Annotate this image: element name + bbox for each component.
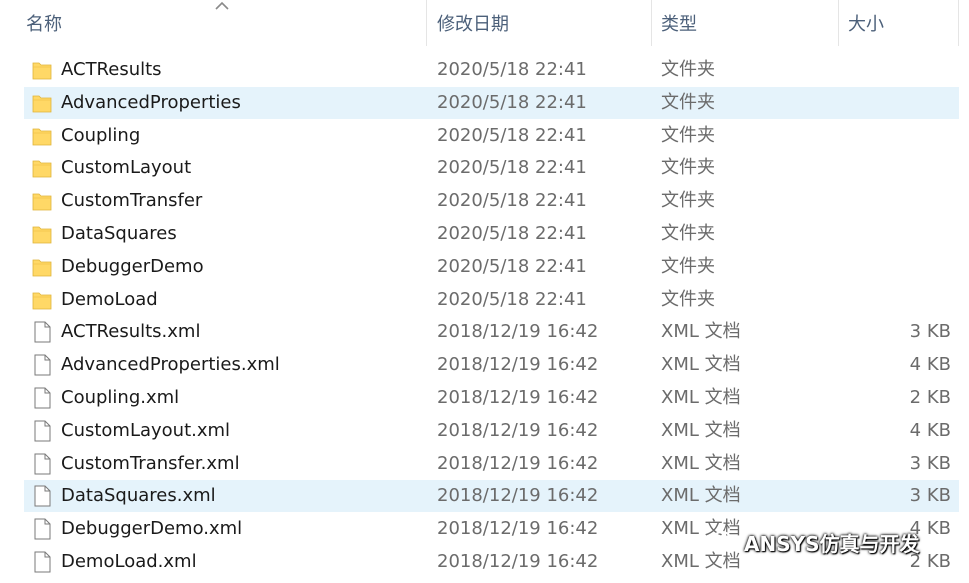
file-modified-date: 2018/12/19 16:42 <box>437 321 599 343</box>
file-modified-date: 2018/12/19 16:42 <box>437 387 599 408</box>
file-type: 文件夹 <box>661 157 715 179</box>
document-icon <box>34 354 51 376</box>
document-icon <box>34 387 51 409</box>
file-row[interactable]: Coupling.xml 2018/12/19 16:42 XML 文档 2 KB <box>24 382 959 414</box>
folder-icon <box>32 95 52 113</box>
file-name: DebuggerDemo.xml <box>61 518 243 540</box>
folder-icon <box>32 292 52 309</box>
column-header-size[interactable]: 大小 <box>848 0 958 46</box>
file-row[interactable]: AdvancedProperties.xml 2018/12/19 16:42 XM… <box>24 349 959 381</box>
watermark: ANSYS仿真与开发 <box>712 525 920 559</box>
file-type: 文件夹 <box>661 223 715 244</box>
file-row[interactable]: CustomLayout.xml 2018/12/19 16:42 XML 文档 4 … <box>24 415 959 447</box>
file-modified-date: 2020/5/18 22:41 <box>437 59 587 80</box>
document-icon <box>34 485 51 507</box>
folder-icon <box>32 226 52 244</box>
file-name: Coupling <box>61 124 141 146</box>
folder-icon <box>32 62 52 80</box>
file-type: 文件夹 <box>661 288 715 310</box>
file-row[interactable]: CustomTransfer.xml 2018/12/19 16:42 XML 文档… <box>24 448 959 480</box>
file-name: CustomLayout.xml <box>61 419 231 441</box>
column-header-name-label: 名称 <box>26 14 62 35</box>
file-name: CustomTransfer.xml <box>61 452 240 474</box>
column-header-type[interactable]: 类型 <box>661 0 838 46</box>
file-name: CustomTransfer <box>61 190 203 212</box>
file-name: DemoLoad <box>61 288 158 310</box>
file-row[interactable]: DebuggerDemo 2020/5/18 22:41 文件夹 <box>24 251 959 283</box>
file-type: XML 文档 <box>661 321 741 343</box>
file-size: 4 KB <box>909 419 951 441</box>
file-size: 2 KB <box>909 387 951 408</box>
file-modified-date: 2020/5/18 22:41 <box>437 255 587 277</box>
folder-icon <box>32 128 52 145</box>
file-type: XML 文档 <box>661 387 741 408</box>
file-row[interactable]: DataSquares.xml 2018/12/19 16:42 XML 文档 3 K… <box>24 480 959 513</box>
file-modified-date: 2018/12/19 16:42 <box>437 485 599 507</box>
file-size: 4 KB <box>909 354 951 376</box>
file-name: AdvancedProperties.xml <box>61 354 280 376</box>
column-divider[interactable] <box>651 0 652 46</box>
wechat-icon <box>712 531 737 552</box>
file-name: CustomLayout <box>61 157 192 179</box>
file-row[interactable]: ACTResults.xml 2018/12/19 16:42 XML 文档 3 KB <box>24 316 959 348</box>
file-type: 文件夹 <box>661 190 715 212</box>
column-divider[interactable] <box>426 0 427 46</box>
file-row[interactable]: DataSquares 2020/5/18 22:41 文件夹 <box>24 218 959 250</box>
file-modified-date: 2020/5/18 22:41 <box>437 223 587 244</box>
file-size: 3 KB <box>909 452 951 474</box>
file-name: DemoLoad.xml <box>61 551 197 572</box>
file-row[interactable]: AdvancedProperties 2020/5/18 22:41 文件夹 <box>24 86 959 119</box>
file-row[interactable]: CustomTransfer 2020/5/18 22:41 文件夹 <box>24 185 959 217</box>
file-row[interactable]: DemoLoad 2020/5/18 22:41 文件夹 <box>24 284 959 316</box>
file-type: XML 文档 <box>661 419 741 441</box>
file-type: XML 文档 <box>661 452 741 474</box>
watermark-text: ANSYS仿真与开发 <box>744 531 920 556</box>
file-modified-date: 2018/12/19 16:42 <box>437 452 599 474</box>
file-row[interactable]: ACTResults 2020/5/18 22:41 文件夹 <box>24 54 959 86</box>
folder-icon <box>32 160 52 178</box>
file-name: DataSquares.xml <box>61 485 216 507</box>
document-icon <box>34 321 51 343</box>
column-header-bar: 名称 修改日期 类型 大小 <box>0 0 969 46</box>
chevron-up-icon <box>215 1 229 10</box>
file-modified-date: 2020/5/18 22:41 <box>437 190 587 212</box>
file-modified-date: 2018/12/19 16:42 <box>437 518 599 540</box>
file-name: Coupling.xml <box>61 387 180 408</box>
file-modified-date: 2020/5/18 22:41 <box>437 91 587 113</box>
file-type: XML 文档 <box>661 354 741 376</box>
file-type: 文件夹 <box>661 124 715 146</box>
column-header-size-label: 大小 <box>848 14 884 35</box>
file-type: 文件夹 <box>661 59 715 80</box>
document-icon <box>34 551 51 573</box>
document-icon <box>34 420 51 442</box>
column-header-date[interactable]: 修改日期 <box>437 0 651 46</box>
column-header-date-label: 修改日期 <box>437 14 509 35</box>
file-type: 文件夹 <box>661 91 715 113</box>
file-modified-date: 2018/12/19 16:42 <box>437 419 599 441</box>
column-divider[interactable] <box>958 0 959 46</box>
file-modified-date: 2020/5/18 22:41 <box>437 124 587 146</box>
column-divider[interactable] <box>838 0 839 46</box>
column-header-type-label: 类型 <box>661 14 697 35</box>
file-row[interactable]: Coupling 2020/5/18 22:41 文件夹 <box>24 120 959 152</box>
folder-icon <box>32 193 52 211</box>
file-row[interactable]: CustomLayout 2020/5/18 22:41 文件夹 <box>24 152 959 184</box>
file-modified-date: 2020/5/18 22:41 <box>437 288 587 310</box>
folder-icon <box>32 259 52 277</box>
file-name: DebuggerDemo <box>61 255 204 277</box>
file-name: ACTResults.xml <box>61 321 201 343</box>
file-name: DataSquares <box>61 223 177 244</box>
file-name: AdvancedProperties <box>61 91 241 113</box>
file-modified-date: 2020/5/18 22:41 <box>437 157 587 179</box>
file-type: 文件夹 <box>661 255 715 277</box>
file-modified-date: 2018/12/19 16:42 <box>437 354 599 376</box>
file-size: 3 KB <box>909 321 951 343</box>
document-icon <box>34 518 51 540</box>
file-name: ACTResults <box>61 59 162 80</box>
file-size: 3 KB <box>909 485 951 507</box>
file-type: XML 文档 <box>661 485 741 507</box>
file-modified-date: 2018/12/19 16:42 <box>437 551 599 572</box>
document-icon <box>34 453 51 475</box>
